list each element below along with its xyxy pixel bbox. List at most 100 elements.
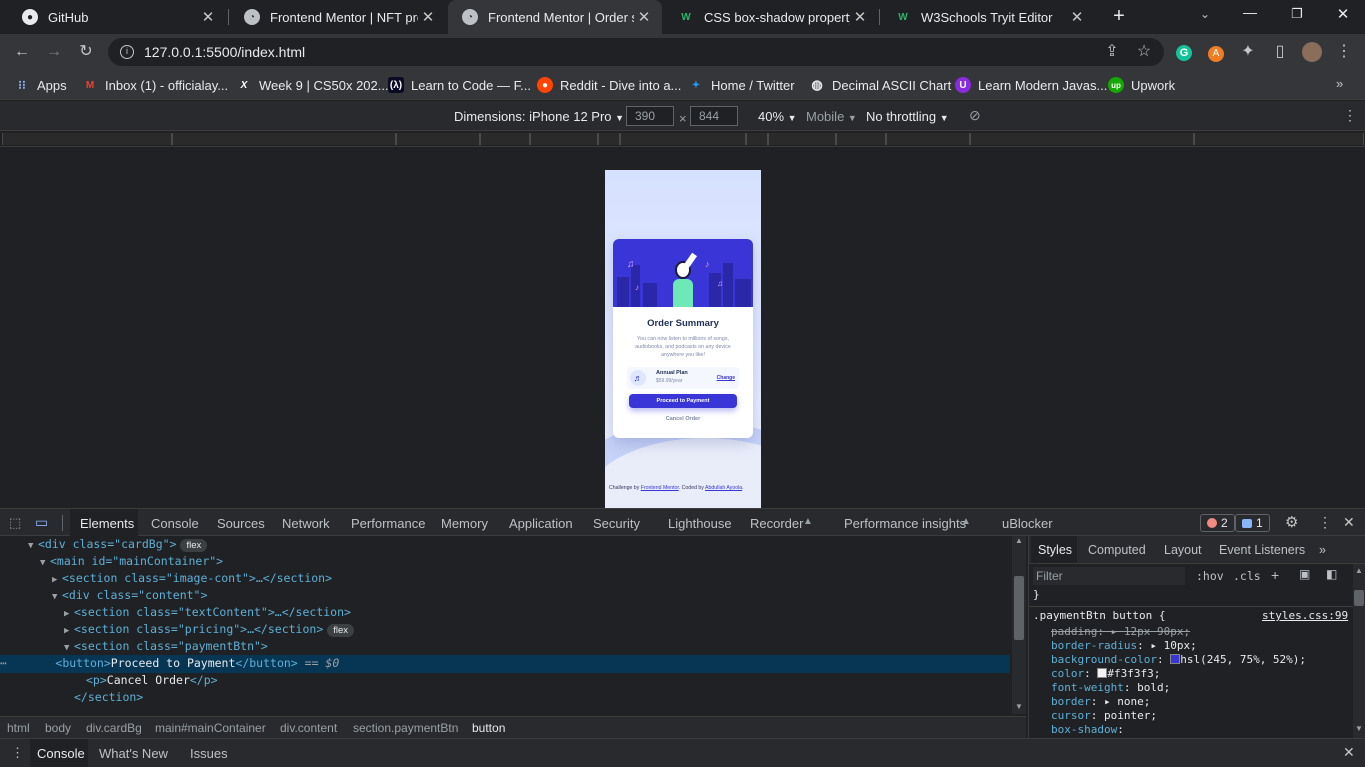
flex-badge[interactable]: flex bbox=[180, 539, 208, 552]
tab-performance[interactable]: Performance bbox=[351, 516, 425, 531]
bookmark-freecodecamp[interactable]: (λ) Learn to Code — F... bbox=[388, 76, 531, 94]
css-declaration[interactable]: box-shadow: bbox=[1051, 723, 1124, 736]
css-declaration[interactable]: border: ▸ none; bbox=[1051, 695, 1150, 708]
color-swatch[interactable] bbox=[1097, 668, 1108, 678]
extension-icon[interactable]: A bbox=[1206, 42, 1226, 62]
scroll-thumb[interactable] bbox=[1354, 590, 1364, 606]
reload-icon[interactable]: ↻ bbox=[76, 42, 96, 62]
dom-node[interactable]: ▼ <main id="mainContainer"> bbox=[40, 553, 223, 570]
tab-computed[interactable]: Computed bbox=[1088, 543, 1146, 557]
throttling-select[interactable]: No throttling ▼ bbox=[866, 109, 949, 124]
new-tab-icon[interactable]: + bbox=[1109, 6, 1129, 26]
tab-search-icon[interactable]: ⌄ bbox=[1196, 7, 1214, 21]
device-select[interactable]: Dimensions: iPhone 12 Pro ▼ bbox=[454, 109, 624, 124]
extensions-puzzle-icon[interactable]: ✦ bbox=[1238, 42, 1258, 62]
bookmark-star-icon[interactable]: ☆ bbox=[1134, 42, 1154, 62]
device-toggle-icon[interactable]: ▭ bbox=[35, 514, 48, 531]
author-link[interactable]: Abdullah Ayoola bbox=[705, 485, 742, 491]
back-icon[interactable]: ← bbox=[12, 42, 32, 62]
device-width-input[interactable]: 390 bbox=[626, 106, 674, 126]
media-query-segment[interactable] bbox=[746, 133, 768, 145]
error-counter[interactable]: 2 bbox=[1200, 514, 1235, 532]
crumb-cardbg[interactable]: div.cardBg bbox=[86, 721, 142, 735]
tab-github[interactable]: ● GitHub ✕ bbox=[8, 0, 226, 34]
proceed-to-payment-button[interactable]: Proceed to Payment bbox=[629, 394, 737, 408]
crumb-button[interactable]: button bbox=[472, 721, 505, 735]
rotate-icon[interactable]: ⊘ bbox=[969, 107, 981, 124]
bookmark-twitter[interactable]: ✦ Home / Twitter bbox=[688, 76, 795, 94]
dom-node[interactable]: ▼ <div class="cardBg"> flex bbox=[28, 536, 208, 555]
settings-gear-icon[interactable]: ⚙ bbox=[1285, 513, 1298, 531]
styles-filter-input[interactable]: Filter bbox=[1033, 567, 1185, 585]
frontend-mentor-link[interactable]: Frontend Mentor bbox=[641, 485, 679, 491]
sidebar-toggle-icon[interactable]: ◧ bbox=[1326, 567, 1337, 581]
dom-node[interactable]: ▶ <section class="pricing">…</section> fle… bbox=[64, 621, 355, 638]
devtools-menu-icon[interactable]: ⋮ bbox=[1318, 514, 1332, 531]
share-icon[interactable]: ⇪ bbox=[1102, 42, 1122, 62]
message-counter[interactable]: 1 bbox=[1235, 514, 1270, 532]
dom-node-selected[interactable]: ⋯ <button>Proceed to Payment</button> ==… bbox=[0, 655, 339, 672]
forward-icon[interactable]: → bbox=[44, 42, 64, 62]
close-tab-icon[interactable]: ✕ bbox=[418, 8, 438, 26]
crumb-paymentbtn[interactable]: section.paymentBtn bbox=[353, 721, 458, 735]
tab-w3schools-tryit[interactable]: W W3Schools Tryit Editor ✕ bbox=[881, 0, 1095, 34]
restore-icon[interactable]: ❐ bbox=[1287, 6, 1307, 22]
tab-application[interactable]: Application bbox=[509, 516, 573, 531]
device-menu-kebab-icon[interactable]: ⋮ bbox=[1343, 107, 1357, 124]
collapse-triangle-icon[interactable]: ▼ bbox=[40, 555, 50, 572]
media-query-segment[interactable] bbox=[836, 133, 886, 145]
scroll-up-icon[interactable]: ▲ bbox=[1015, 536, 1023, 545]
scroll-up-icon[interactable]: ▲ bbox=[1355, 566, 1363, 575]
tab-console[interactable]: Console bbox=[151, 516, 199, 531]
tab-lighthouse[interactable]: Lighthouse bbox=[668, 516, 732, 531]
paint-icon[interactable]: ▣ bbox=[1299, 567, 1310, 581]
close-tab-icon[interactable]: ✕ bbox=[634, 8, 654, 26]
close-devtools-icon[interactable]: ✕ bbox=[1343, 514, 1355, 531]
mode-select[interactable]: Mobile ▼ bbox=[806, 109, 857, 124]
dom-node[interactable]: ▶ <section class="image-cont">…</section> bbox=[52, 570, 332, 587]
bookmark-javascript[interactable]: U Learn Modern Javas... bbox=[955, 76, 1107, 94]
scroll-down-icon[interactable]: ▼ bbox=[1355, 724, 1363, 733]
more-tabs-icon[interactable]: » bbox=[1319, 543, 1326, 557]
close-drawer-icon[interactable]: ✕ bbox=[1343, 744, 1355, 761]
tab-order-summary[interactable]: ◔ Frontend Mentor | Order sum ✕ bbox=[448, 0, 662, 34]
color-swatch[interactable] bbox=[1170, 654, 1181, 664]
drawer-tab-console[interactable]: Console bbox=[37, 746, 85, 761]
collapse-triangle-icon[interactable]: ▼ bbox=[28, 538, 38, 555]
css-declaration[interactable]: background-color: hsl(245, 75%, 52%); bbox=[1051, 653, 1306, 666]
dom-node[interactable]: </section> bbox=[74, 689, 143, 706]
tab-css-box-shadow[interactable]: W CSS box-shadow property ✕ bbox=[664, 0, 878, 34]
elements-tree[interactable]: ▼ <div class="cardBg"> flex ▼ <main id="mai… bbox=[0, 536, 1010, 714]
dom-node[interactable]: ▼ <div class="content"> bbox=[52, 587, 207, 604]
css-source-link[interactable]: styles.css:99 bbox=[1262, 609, 1348, 622]
side-panel-icon[interactable]: ▯ bbox=[1270, 42, 1290, 62]
close-tab-icon[interactable]: ✕ bbox=[1067, 8, 1087, 26]
media-query-segment[interactable] bbox=[172, 133, 396, 145]
bookmark-cs50[interactable]: X Week 9 | CS50x 202... bbox=[236, 76, 389, 94]
tab-event-listeners[interactable]: Event Listeners bbox=[1219, 543, 1305, 557]
close-tab-icon[interactable]: ✕ bbox=[850, 8, 870, 26]
tab-layout[interactable]: Layout bbox=[1164, 543, 1202, 557]
site-info-icon[interactable]: i bbox=[120, 45, 134, 59]
avatar[interactable] bbox=[1302, 42, 1322, 62]
crumb-content[interactable]: div.content bbox=[280, 721, 337, 735]
tab-ublocker[interactable]: uBlocker bbox=[1002, 516, 1053, 531]
media-query-segment[interactable] bbox=[1194, 133, 1364, 145]
drawer-tab-issues[interactable]: Issues bbox=[190, 746, 228, 761]
new-rule-icon[interactable]: + bbox=[1271, 567, 1279, 583]
cancel-order-link[interactable]: Cancel Order bbox=[613, 416, 753, 422]
bookmark-ascii[interactable]: ◍ Decimal ASCII Chart bbox=[809, 76, 951, 94]
crumb-body[interactable]: body bbox=[45, 721, 71, 735]
more-bookmarks-icon[interactable]: » bbox=[1336, 76, 1343, 91]
hov-toggle[interactable]: :hov bbox=[1196, 569, 1224, 583]
address-bar[interactable]: i 127.0.0.1:5500/index.html bbox=[108, 38, 1164, 66]
scroll-down-icon[interactable]: ▼ bbox=[1015, 702, 1023, 711]
dom-node[interactable]: ▼ <section class="paymentBtn"> bbox=[64, 638, 268, 655]
change-link[interactable]: Change bbox=[717, 375, 735, 381]
tab-performance-insights[interactable]: Performance insights bbox=[844, 516, 966, 531]
crumb-html[interactable]: html bbox=[7, 721, 30, 735]
media-query-segment[interactable] bbox=[396, 133, 480, 145]
close-window-icon[interactable]: ✕ bbox=[1333, 5, 1353, 23]
tab-sources[interactable]: Sources bbox=[217, 516, 265, 531]
collapse-triangle-icon[interactable]: ▼ bbox=[52, 589, 62, 606]
